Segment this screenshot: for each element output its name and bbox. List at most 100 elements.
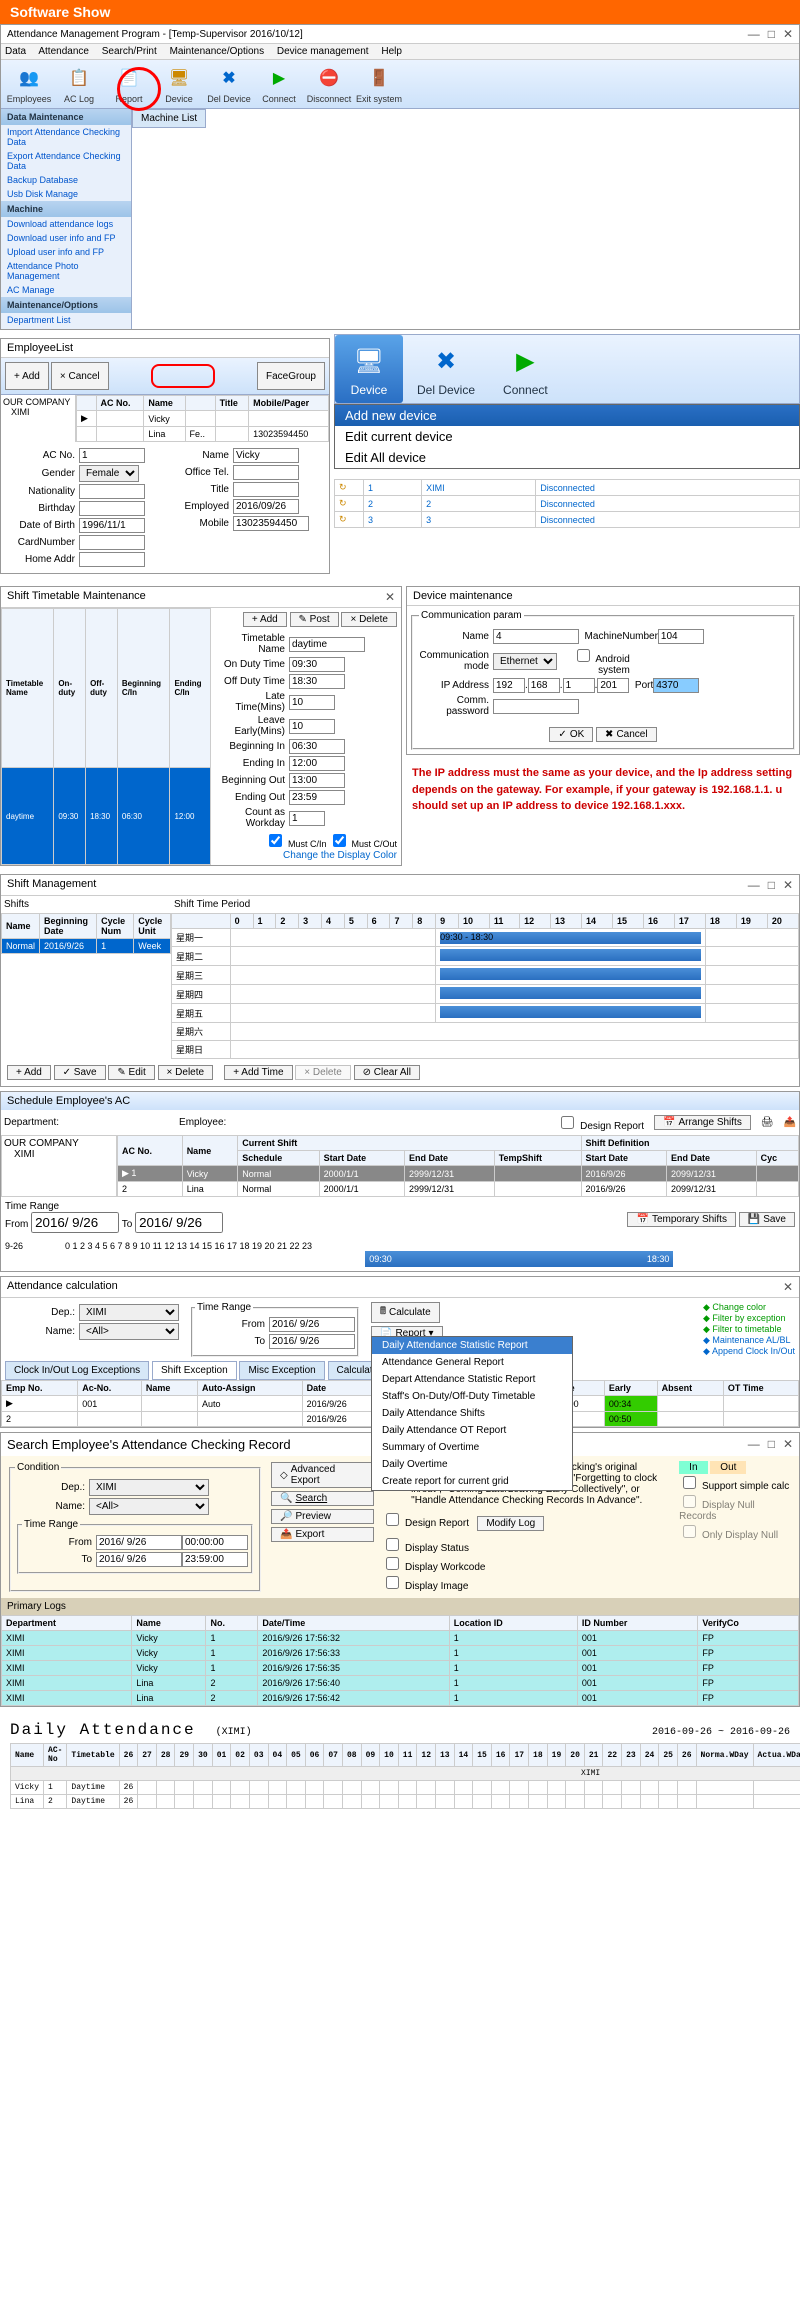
side-backup[interactable]: Backup Database [1,173,131,187]
dm-machno-input[interactable] [658,629,704,644]
shift-row[interactable]: Normal2016/9/261Week [2,939,171,954]
tb-connect[interactable]: ▶Connect [255,64,303,104]
side-usb[interactable]: Usb Disk Manage [1,187,131,201]
sm-addtime[interactable]: + Add Time [224,1065,292,1080]
minimize-icon[interactable]: — [748,878,760,892]
side-photo[interactable]: Attendance Photo Management [1,259,131,283]
calc-from[interactable] [269,1317,355,1332]
rep-depart[interactable]: Depart Attendance Statistic Report [372,1371,572,1388]
tb-report[interactable]: 📄Report [105,64,153,104]
change-color-link[interactable]: Change the Display Color [283,850,397,861]
addr-input[interactable] [79,552,145,567]
dm-ok-btn[interactable]: ✓ OK [549,727,593,742]
dispstat-check[interactable] [386,1538,399,1551]
workday-input[interactable] [289,811,325,826]
from-date[interactable] [31,1212,119,1233]
dm-ip1[interactable] [493,678,525,693]
tb-disconnect[interactable]: ⛔Disconnect [305,64,353,104]
rep-create-grid[interactable]: Create report for current grid [372,1473,572,1490]
bday-input[interactable] [79,501,145,516]
side-dept[interactable]: Department List [1,313,131,327]
menu-search[interactable]: Search/Print [102,46,157,57]
emp-row[interactable]: LinaFe..13023594450 [77,427,329,442]
calc-dep-select[interactable]: XIMI [79,1304,179,1321]
log-row[interactable]: XIMIVicky12016/9/26 17:56:331001FP [2,1646,799,1661]
minimize-icon[interactable]: — [748,1437,760,1452]
tb-exit[interactable]: 🚪Exit system [355,64,403,104]
close-icon[interactable]: ✕ [783,1280,793,1294]
side-maint-al[interactable]: ◆ Maintenance AL/BL [703,1335,795,1346]
dm-ip2[interactable] [528,678,560,693]
side-ul-user[interactable]: Upload user info and FP [1,245,131,259]
supp-check[interactable] [683,1476,696,1489]
mustcout-check[interactable] [333,834,346,847]
rep-general[interactable]: Attendance General Report [372,1354,572,1371]
rep-summary-ot[interactable]: Summary of Overtime [372,1439,572,1456]
sm-save[interactable]: ✓ Save [54,1065,106,1080]
tab-machinelist[interactable]: Machine List [132,109,206,128]
empdate-input[interactable] [233,499,299,514]
close-icon[interactable]: ✕ [783,27,793,41]
menu-maintenance[interactable]: Maintenance/Options [170,46,265,57]
mustcin-check[interactable] [269,834,282,847]
stt-post-btn[interactable]: ✎ Post [290,612,339,627]
rep-daily-stat[interactable]: Daily Attendance Statistic Report [372,1337,572,1354]
tab-clockinout[interactable]: Clock In/Out Log Exceptions [5,1361,149,1380]
tb-deldevice[interactable]: ✖Del Device [205,64,253,104]
side-acmanage[interactable]: AC Manage [1,283,131,297]
bigbtn-connect[interactable]: ▶Connect [489,335,562,403]
tb-employees[interactable]: 👥Employees [5,64,53,104]
design-check2[interactable] [386,1513,399,1526]
bigbtn-deldevice[interactable]: ✖Del Device [403,335,489,403]
stt-del-btn[interactable]: × Delete [341,612,397,627]
dm-comm-select[interactable]: Ethernet [493,653,557,670]
menu-add-device[interactable]: Add new device [335,405,799,426]
late-input[interactable] [289,695,335,710]
print-icon[interactable]: 🖨 [761,1117,774,1128]
search-btn[interactable]: 🔍 Search [271,1491,374,1506]
devrow[interactable]: ↻22Disconnected [335,496,800,512]
nat-input[interactable] [79,484,145,499]
offduty-input[interactable] [289,674,345,689]
sm-add[interactable]: + Add [7,1065,51,1080]
search-to-time[interactable] [182,1552,248,1567]
side-admin[interactable]: Administrator [1,327,131,329]
title-input[interactable] [233,482,299,497]
arrange-btn[interactable]: 📅 Arrange Shifts [654,1115,751,1130]
dm-ip3[interactable] [563,678,595,693]
rep-staff[interactable]: Staff's On-Duty/Off-Duty Timetable [372,1388,572,1405]
name-input[interactable] [233,448,299,463]
side-import[interactable]: Import Attendance Checking Data [1,125,131,149]
side-dl-logs[interactable]: Download attendance logs [1,217,131,231]
emp-facegroup-btn[interactable]: FaceGroup [257,362,325,390]
preview-btn[interactable]: 🔎 Preview [271,1509,374,1524]
menu-device[interactable]: Device management [277,46,369,57]
log-row[interactable]: XIMIVicky12016/9/26 17:56:321001FP [2,1631,799,1646]
rep-daily-overtime[interactable]: Daily Overtime [372,1456,572,1473]
stt-add-btn[interactable]: + Add [243,612,287,627]
log-row[interactable]: XIMILina22016/9/26 17:56:401001FP [2,1676,799,1691]
log-row[interactable]: XIMIVicky12016/9/26 17:56:351001FP [2,1661,799,1676]
sm-edit[interactable]: ✎ Edit [108,1065,154,1080]
to-date[interactable] [135,1212,223,1233]
endin-input[interactable] [289,756,345,771]
adv-export-btn[interactable]: ◇ Advanced Export [271,1462,374,1488]
dm-android-check[interactable] [577,649,590,662]
menu-edit-device[interactable]: Edit current device [335,426,799,447]
beginout-input[interactable] [289,773,345,788]
emp-row[interactable]: ▶Vicky [77,411,329,427]
close-icon[interactable]: ✕ [783,1437,793,1452]
maximize-icon[interactable]: □ [768,878,775,892]
bigbtn-device[interactable]: 🖥Device [335,335,403,403]
rep-daily-ot[interactable]: Daily Attendance OT Report [372,1422,572,1439]
menu-data[interactable]: Data [5,46,26,57]
menu-help[interactable]: Help [381,46,402,57]
dept-tree[interactable]: OUR COMPANY XIMI [1,1135,117,1197]
sched-row[interactable]: ▶ 1VickyNormal2000/1/12999/12/312016/9/2… [118,1166,799,1182]
side-dl-user[interactable]: Download user info and FP [1,231,131,245]
beginin-input[interactable] [289,739,345,754]
search-dep[interactable]: XIMI [89,1479,209,1496]
search-name[interactable]: <All> [89,1498,209,1515]
search-from-time[interactable] [182,1535,248,1550]
minimize-icon[interactable]: — [748,27,760,41]
